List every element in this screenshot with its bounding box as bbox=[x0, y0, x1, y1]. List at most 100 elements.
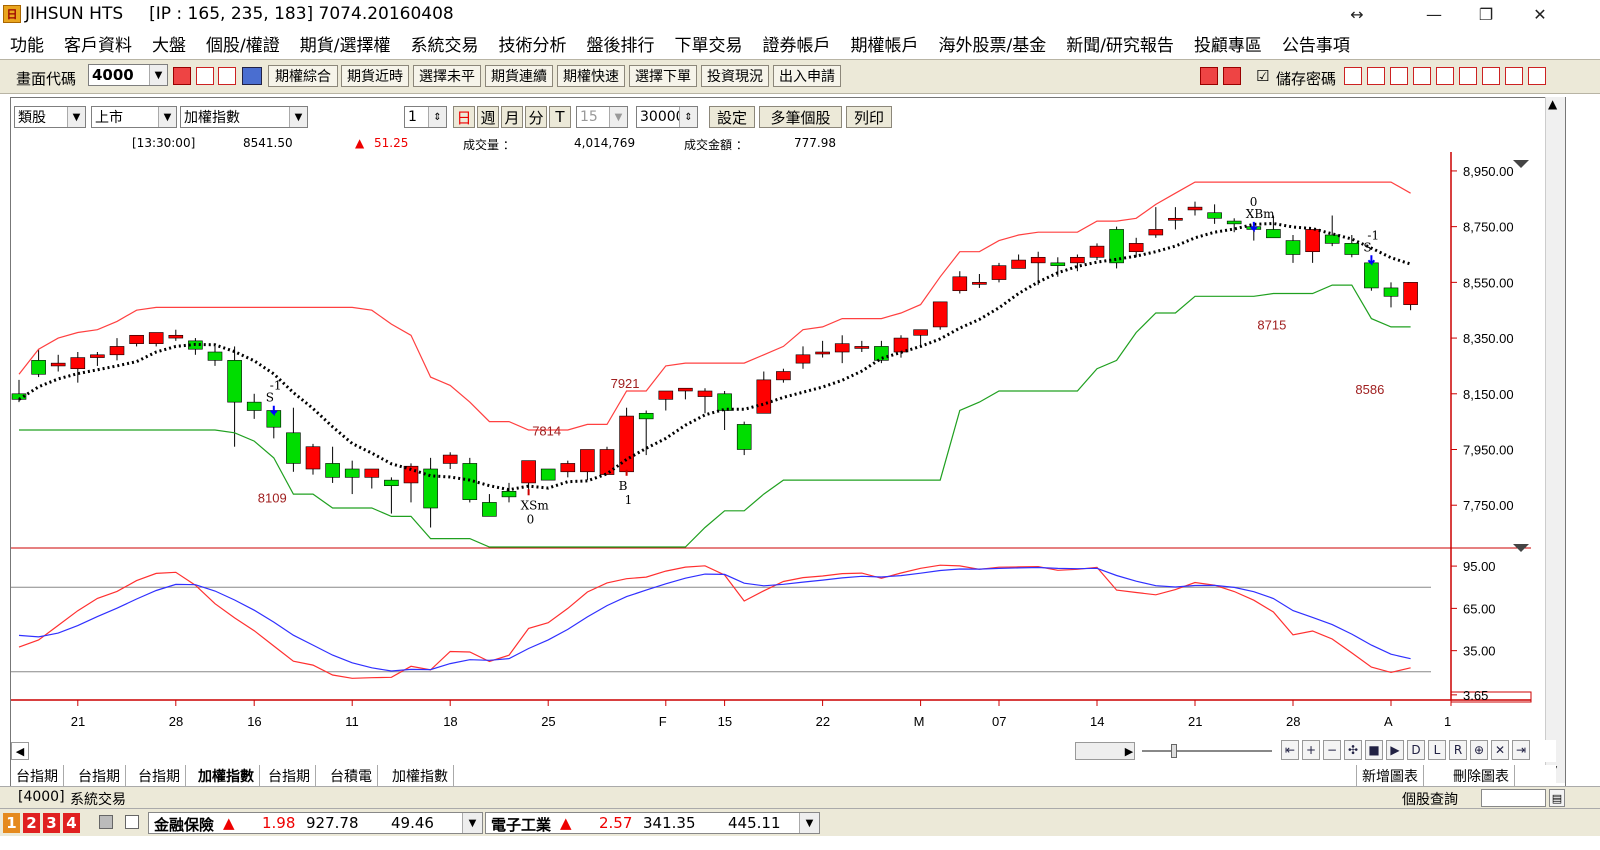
chart-tab-4[interactable]: 台指期 bbox=[263, 765, 316, 787]
stock-query-input[interactable] bbox=[1481, 789, 1546, 807]
folder-icon[interactable] bbox=[196, 67, 214, 85]
tool-icon-4[interactable] bbox=[1436, 67, 1454, 85]
nav-button-7[interactable]: L bbox=[1428, 740, 1446, 760]
menu-item-8[interactable]: 下單交易 bbox=[664, 31, 752, 56]
period-button-2[interactable]: 月 bbox=[501, 106, 523, 128]
bars-spinner[interactable]: 30000 ⇕ bbox=[636, 106, 698, 128]
nav-button-0[interactable]: ⇤ bbox=[1281, 740, 1299, 760]
period-button-3[interactable]: 分 bbox=[525, 106, 547, 128]
chart-tab-1[interactable]: 台指期 bbox=[73, 765, 126, 787]
scroll-left-icon[interactable]: ◀ bbox=[11, 742, 29, 760]
multi-stock-button[interactable]: 多筆個股 bbox=[759, 106, 842, 128]
next-window-icon[interactable] bbox=[1223, 67, 1241, 85]
menu-item-5[interactable]: 系統交易 bbox=[400, 31, 488, 56]
toolbar-button-7[interactable]: 出入申請 bbox=[773, 65, 841, 87]
status-tab-1[interactable]: 1 bbox=[3, 813, 20, 833]
candlestick-chart[interactable]: 8,950.00 8,750.00 8,550.00 8,350.00 8,150.00… bbox=[11, 152, 1544, 740]
nav-button-9[interactable]: ⊕ bbox=[1470, 740, 1488, 760]
nav-button-6[interactable]: D bbox=[1407, 740, 1425, 760]
chevron-down-icon[interactable]: ▼ bbox=[462, 813, 482, 833]
query-go-icon[interactable]: ▤ bbox=[1549, 789, 1565, 807]
toolbar-button-4[interactable]: 期權快速 bbox=[557, 65, 625, 87]
chart-tab-6[interactable]: 加權指數 bbox=[387, 765, 454, 787]
print-button[interactable]: 列印 bbox=[846, 106, 892, 128]
tool-icon-0[interactable] bbox=[1344, 67, 1362, 85]
chevron-down-icon[interactable]: ▼ bbox=[609, 107, 627, 127]
spinner-icon[interactable]: ⇕ bbox=[428, 107, 446, 127]
menu-item-2[interactable]: 大盤 bbox=[142, 31, 196, 56]
menu-item-0[interactable]: 功能 bbox=[0, 31, 54, 56]
menu-item-12[interactable]: 新聞/研究報告 bbox=[1056, 31, 1184, 56]
window-icon[interactable] bbox=[218, 67, 236, 85]
menu-item-14[interactable]: 公告事項 bbox=[1272, 31, 1360, 56]
chart-tab-0[interactable]: 台指期 bbox=[11, 765, 64, 787]
nav-button-4[interactable]: ■ bbox=[1365, 740, 1383, 760]
sector-ticker-1[interactable]: 金融保險 ▲ 1.98 927.78 49.46 ▼ bbox=[148, 812, 483, 834]
minutes-select[interactable]: 15 ▼ bbox=[576, 106, 628, 128]
tool-icon-3[interactable] bbox=[1413, 67, 1431, 85]
ticker-checkbox[interactable] bbox=[125, 815, 139, 829]
toolbar-button-1[interactable]: 期貨近時 bbox=[341, 65, 409, 87]
menu-item-7[interactable]: 盤後排行 bbox=[576, 31, 664, 56]
spinner-icon[interactable]: ⇕ bbox=[679, 107, 697, 127]
delete-chart-button[interactable]: 刪除圖表 bbox=[1448, 765, 1515, 787]
code-input[interactable]: 4000 ▼ bbox=[88, 64, 168, 86]
settings-button[interactable]: 設定 bbox=[709, 106, 755, 128]
tool-icon-5[interactable] bbox=[1459, 67, 1477, 85]
menu-item-11[interactable]: 海外股票/基金 bbox=[928, 31, 1056, 56]
scroll-right-icon[interactable]: ▶ bbox=[1121, 742, 1137, 760]
tool-icon-7[interactable] bbox=[1505, 67, 1523, 85]
zoom-slider[interactable] bbox=[1142, 750, 1272, 752]
nav-button-2[interactable]: − bbox=[1323, 740, 1341, 760]
vertical-scrollbar[interactable]: ▲ ▼ bbox=[1545, 97, 1565, 783]
save-password-checkbox[interactable]: ☑ bbox=[1256, 67, 1269, 85]
search-icon[interactable] bbox=[173, 67, 191, 85]
market-select[interactable]: 上市 ▼ bbox=[91, 106, 177, 128]
chart-tab-5[interactable]: 台積電 bbox=[325, 765, 378, 787]
add-chart-button[interactable]: 新增圖表 bbox=[1356, 765, 1424, 787]
menu-item-4[interactable]: 期貨/選擇權 bbox=[290, 31, 401, 56]
prev-window-icon[interactable] bbox=[1200, 67, 1218, 85]
minimize-button[interactable]: — bbox=[1410, 0, 1458, 28]
nav-button-11[interactable]: ⇥ bbox=[1512, 740, 1530, 760]
status-tab-3[interactable]: 3 bbox=[43, 813, 60, 833]
menu-item-13[interactable]: 投顧專區 bbox=[1184, 31, 1272, 56]
nav-button-10[interactable]: ✕ bbox=[1491, 740, 1509, 760]
chevron-down-icon[interactable]: ▼ bbox=[158, 107, 176, 127]
period-button-0[interactable]: 日 bbox=[453, 106, 475, 128]
chevron-down-icon[interactable]: ▼ bbox=[799, 813, 819, 833]
lock-icon[interactable] bbox=[99, 815, 113, 829]
chart-tab-2[interactable]: 台指期 bbox=[133, 765, 186, 787]
menu-item-9[interactable]: 證券帳戶 bbox=[752, 31, 840, 56]
period-button-1[interactable]: 週 bbox=[477, 106, 499, 128]
restore-button[interactable]: ❐ bbox=[1462, 0, 1510, 28]
index-select[interactable]: 加權指數 ▼ bbox=[180, 106, 308, 128]
nav-button-3[interactable]: ✣ bbox=[1344, 740, 1362, 760]
nav-button-8[interactable]: R bbox=[1449, 740, 1467, 760]
menu-item-6[interactable]: 技術分析 bbox=[488, 31, 576, 56]
close-button[interactable]: ✕ bbox=[1516, 0, 1564, 28]
sector-ticker-2[interactable]: 電子工業 ▲ 2.57 341.35 445.11 ▼ bbox=[485, 812, 820, 834]
menu-item-3[interactable]: 個股/權證 bbox=[196, 31, 290, 56]
nav-button-1[interactable]: + bbox=[1302, 740, 1320, 760]
chart-tab-3[interactable]: 加權指數 bbox=[193, 765, 260, 787]
tool-icon-8[interactable] bbox=[1528, 67, 1546, 85]
menu-item-10[interactable]: 期權帳戶 bbox=[840, 31, 928, 56]
zoom-slider-thumb[interactable] bbox=[1171, 744, 1177, 758]
tool-icon-6[interactable] bbox=[1482, 67, 1500, 85]
nav-button-5[interactable]: ▶ bbox=[1386, 740, 1404, 760]
toolbar-button-6[interactable]: 投資現況 bbox=[701, 65, 769, 87]
chevron-down-icon[interactable]: ▼ bbox=[289, 107, 307, 127]
dropdown-icon[interactable] bbox=[242, 67, 262, 85]
count-spinner[interactable]: 1 ⇕ bbox=[404, 106, 447, 128]
tool-icon-2[interactable] bbox=[1390, 67, 1408, 85]
tool-icon-1[interactable] bbox=[1367, 67, 1385, 85]
toolbar-button-3[interactable]: 期貨連續 bbox=[485, 65, 553, 87]
category-select[interactable]: 類股 ▼ bbox=[14, 106, 86, 128]
period-button-4[interactable]: T bbox=[549, 106, 571, 128]
toolbar-button-2[interactable]: 選擇未平 bbox=[413, 65, 481, 87]
resize-icon[interactable]: ↔ bbox=[1333, 0, 1381, 28]
toolbar-button-0[interactable]: 期權綜合 bbox=[268, 65, 338, 87]
status-tab-2[interactable]: 2 bbox=[23, 813, 40, 833]
status-tab-4[interactable]: 4 bbox=[63, 813, 80, 833]
